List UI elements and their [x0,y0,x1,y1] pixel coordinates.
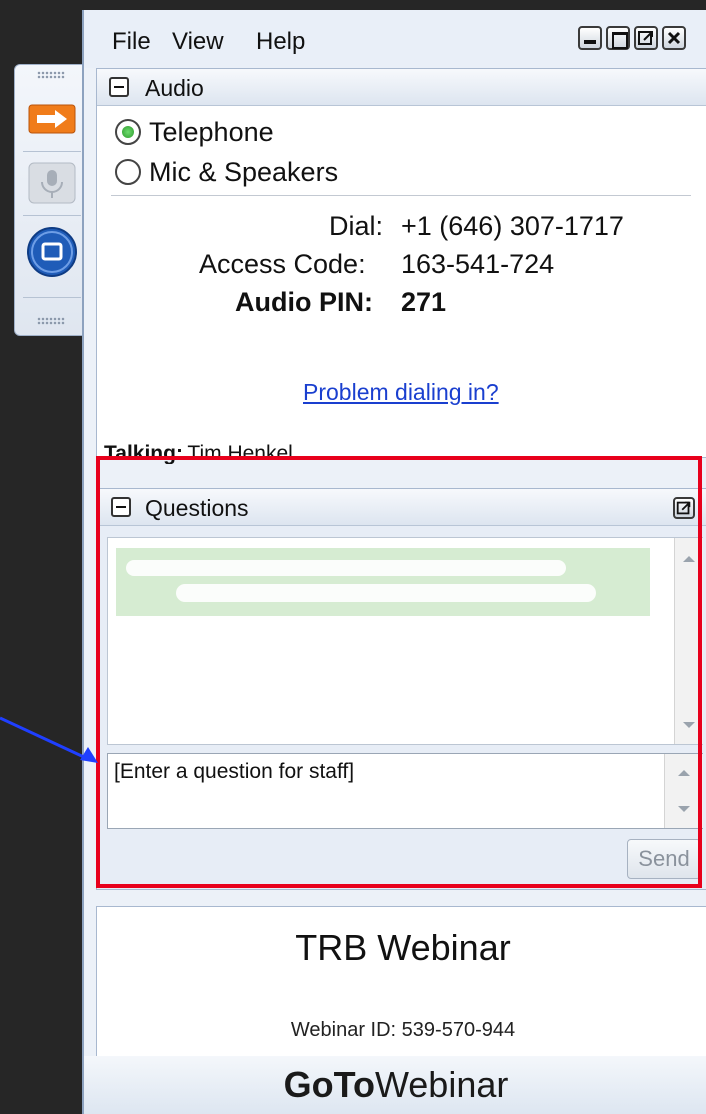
telephone-radio[interactable] [115,119,141,145]
menu-help[interactable]: Help [256,28,305,56]
questions-popout-button[interactable] [673,497,695,519]
audio-pin-value: 271 [401,287,447,317]
grip-handle-bottom[interactable] [37,317,65,325]
webinar-id: Webinar ID: 539-570-944 [290,1019,516,1041]
close-button[interactable] [662,26,686,50]
questions-panel-header: Questions [97,489,706,526]
access-code-value: 163-541-724 [401,249,555,279]
webinar-info-panel: TRB Webinar Webinar ID: 539-570-944 [96,906,706,1058]
dial-label: Dial: [329,211,384,241]
problem-dialing-link[interactable]: Problem dialing in? [303,379,499,406]
grip-handle-top[interactable] [37,71,65,79]
scroll-up-icon[interactable] [678,770,690,776]
access-code-label: Access Code: [199,249,366,279]
menu-bar: File View Help [84,10,706,68]
close-icon [667,31,681,45]
audio-panel-title: Audio [145,75,204,101]
questions-panel: Questions [Enter a question for staff] S… [96,488,706,890]
screen-icon [27,227,77,277]
popout-icon [676,501,691,515]
talking-label: Talking: [104,442,183,464]
strip-divider [23,215,81,216]
audio-divider [111,195,691,196]
collapse-questions-button[interactable] [111,497,131,517]
strip-divider [23,297,81,298]
question-input[interactable]: [Enter a question for staff] [107,753,703,829]
audio-pin-label: Audio PIN: [235,287,373,317]
collapse-audio-button[interactable] [109,77,129,97]
strip-divider [23,151,81,152]
question-input-placeholder[interactable]: [Enter a question for staff] [114,760,354,784]
microphone-icon [28,162,76,204]
send-button[interactable]: Send [627,839,701,879]
audio-panel: Audio Telephone Mic & Speakers Dial: +1 … [96,68,706,458]
talking-indicator: Talking: Tim Henkel [104,442,293,464]
dial-number: +1 (646) 307-1717 [401,211,624,241]
popout-button[interactable] [634,26,658,50]
arrow-right-icon [28,104,76,134]
popout-icon [638,31,653,45]
webinar-control-panel: File View Help Audio Telephone Mic & Spe… [82,10,706,1114]
question-log [107,537,703,745]
question-input-scrollbar[interactable] [664,754,703,828]
scroll-down-icon[interactable] [678,806,690,812]
scroll-up-icon[interactable] [683,556,695,562]
menu-view[interactable]: View [172,28,224,56]
telephone-label[interactable]: Telephone [149,117,274,148]
pointer-arrow-icon [0,716,98,763]
minimize-button[interactable] [578,26,602,50]
screen-share-button[interactable] [25,225,79,277]
mic-speakers-radio[interactable] [115,159,141,185]
gotowebinar-logo: GoToWebinar [84,1064,706,1106]
microphone-button[interactable] [25,161,79,207]
logo-webinar: Webinar [374,1064,509,1105]
talking-name: Tim Henkel [187,442,293,464]
question-log-scrollbar[interactable] [674,538,703,744]
webinar-title: TRB Webinar [295,927,511,968]
maximize-button[interactable] [606,26,630,50]
mic-speakers-label[interactable]: Mic & Speakers [149,157,338,188]
audio-panel-header: Audio [97,69,706,106]
control-strip [14,64,88,336]
menu-file[interactable]: File [112,28,151,56]
show-panel-button[interactable] [25,99,79,145]
scroll-down-icon[interactable] [683,722,695,728]
logo-goto: GoTo [283,1064,375,1105]
questions-panel-title: Questions [145,495,249,521]
brand-bar: GoToWebinar [84,1056,706,1114]
question-entry-redacted [116,548,650,616]
